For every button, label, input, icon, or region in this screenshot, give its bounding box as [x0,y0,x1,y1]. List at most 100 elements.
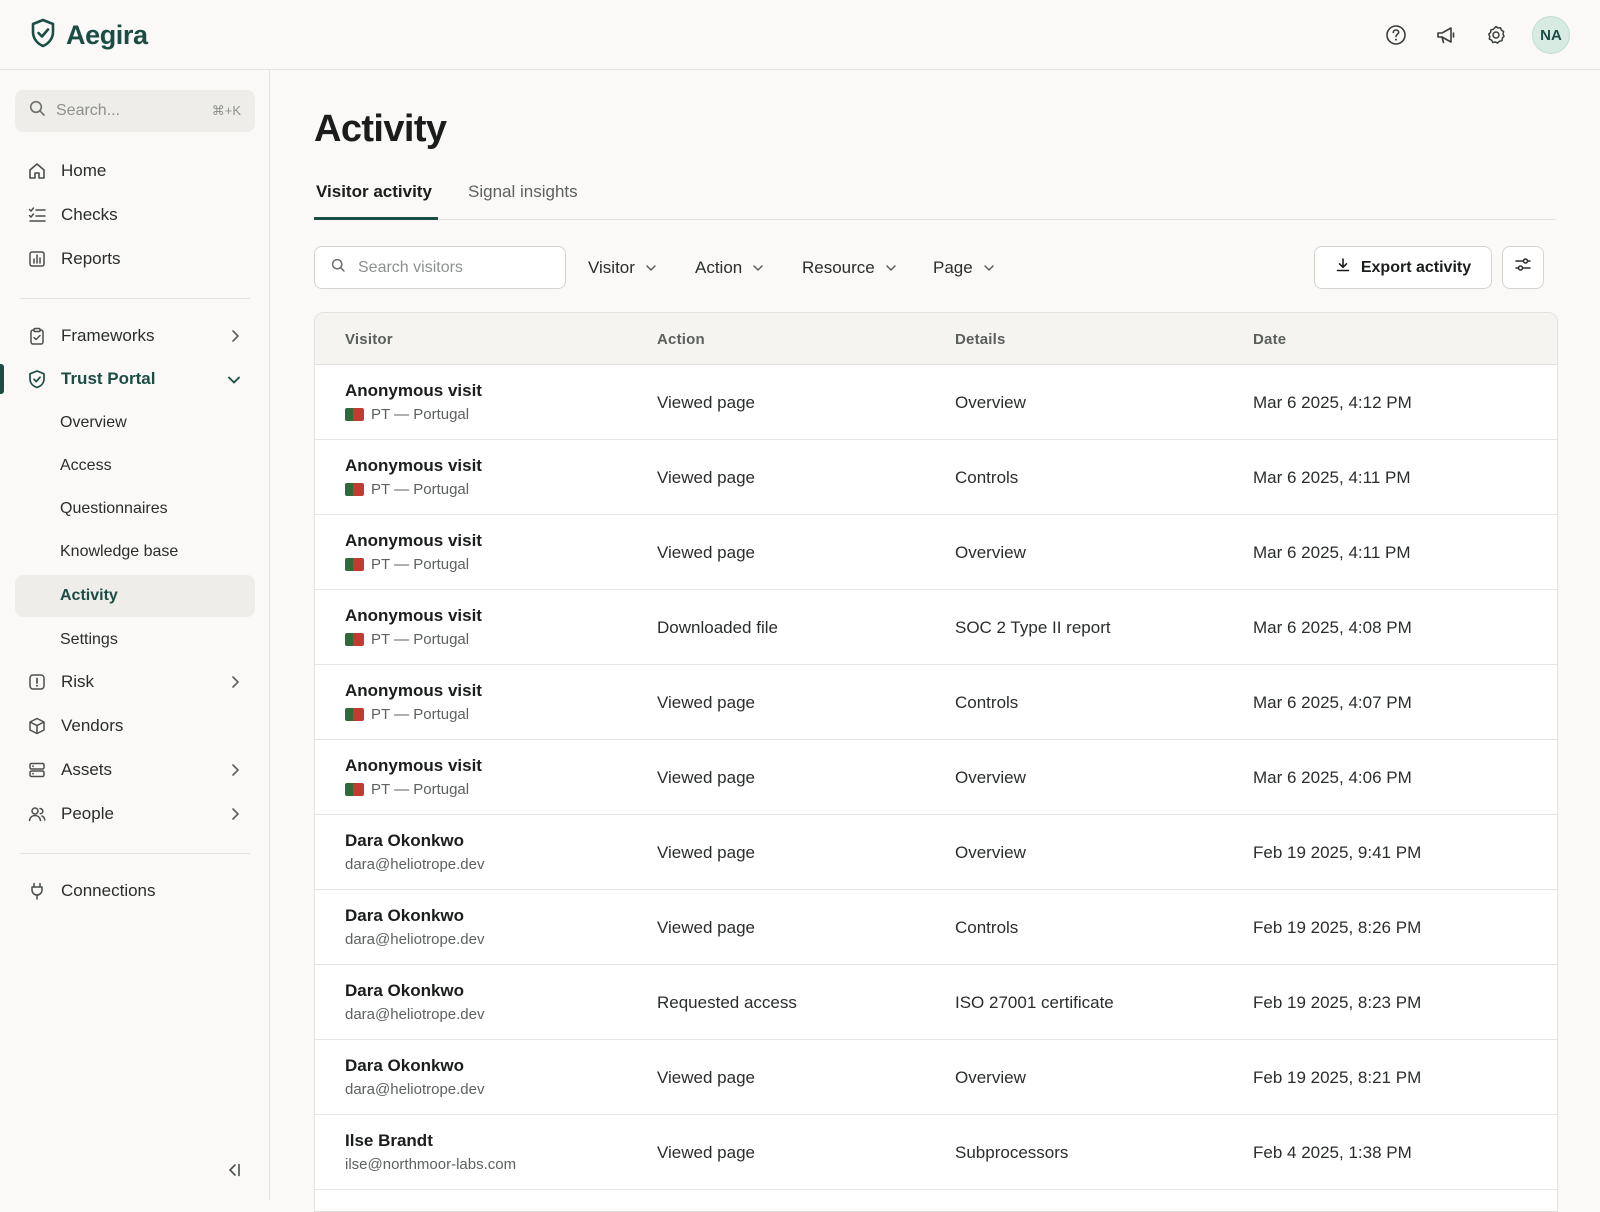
chevron-down-icon [645,258,657,278]
collapse-sidebar-icon[interactable] [226,1162,242,1183]
search-icon [29,100,46,122]
top-bar: Aegira NA [0,0,1600,70]
visitor-subtitle-text: PT — Portugal [371,706,470,723]
sidebar-item-label: Frameworks [61,326,155,345]
visitor-name: Anonymous visit [345,756,482,775]
search-visitors-placeholder: Search visitors [358,258,463,276]
toolbar: Search visitors Visitor Action Resource … [314,246,1556,290]
sidebar-subitem-overview[interactable]: Overview [15,402,255,444]
sidebar-divider [20,298,250,299]
sidebar-item-reports[interactable]: Reports [15,239,255,279]
date-cell: Mar 6 2025, 4:07 PM [1253,693,1412,712]
portugal-flag-icon [345,408,364,421]
megaphone-icon[interactable] [1432,21,1460,49]
sidebar-subitem-questionnaires[interactable]: Questionnaires [15,488,255,530]
filter-resource[interactable]: Resource [802,246,897,289]
sidebar-item-label: Home [61,161,107,180]
search-icon [331,258,346,278]
portugal-flag-icon [345,558,364,571]
sidebar-item-people[interactable]: People [15,794,255,834]
sidebar: Search... ⌘+K Home Checks Reports Framew… [0,70,270,1200]
visitor-name: Dara Okonkwo [345,981,465,1000]
table-row[interactable]: Dara Okonkwo dara@heliotrope.dev Viewed pa… [315,890,1557,965]
sidebar-item-label: Risk [61,672,95,691]
chart-icon [27,249,47,269]
sidebar-subitem-access[interactable]: Access [15,445,255,487]
table-row[interactable]: Dara Okonkwo dara@heliotrope.dev Requested… [315,965,1557,1040]
sidebar-item-label: Trust Portal [61,369,156,388]
visitor-subtitle-text: PT — Portugal [371,631,470,648]
table-row[interactable]: Dara Okonkwo dara@heliotrope.dev Viewed pa… [315,1040,1557,1115]
brand-name: Aegira [66,20,148,50]
visitor-subtitle: dara@heliotrope.dev [345,1081,484,1098]
table-row[interactable]: Anonymous visit PT — Portugal Viewed page C… [315,665,1557,740]
visitor-subtitle-text: PT — Portugal [371,406,470,423]
export-activity-button[interactable]: Export activity [1314,246,1492,289]
visitor-subtitle-text: ilse@northmoor-labs.com [345,1156,517,1173]
tab-signal-insights[interactable]: Signal insights [468,178,578,220]
search-visitors-input[interactable]: Search visitors [314,246,566,289]
visitor-subtitle: dara@heliotrope.dev [345,856,484,873]
visitor-subtitle: ilse@northmoor-labs.com [345,1156,516,1173]
visitor-subtitle-text: dara@heliotrope.dev [345,1081,485,1098]
filter-action[interactable]: Action [695,246,764,289]
sidebar-item-checks[interactable]: Checks [15,195,255,235]
filter-visitor[interactable]: Visitor [588,246,657,289]
date-cell: Mar 6 2025, 4:11 PM [1253,468,1411,487]
sidebar-item-vendors[interactable]: Vendors [15,706,255,746]
filter-page[interactable]: Page [933,246,995,289]
date-cell: Mar 6 2025, 4:12 PM [1253,393,1412,412]
avatar[interactable]: NA [1532,16,1570,54]
alert-icon [27,672,47,692]
column-header-details[interactable]: Details [955,331,1006,348]
chevron-down-icon [227,371,241,391]
settings-icon[interactable] [1482,21,1510,49]
column-header-action[interactable]: Action [657,331,705,348]
checklist-icon [27,205,47,225]
sidebar-subitem-knowledge-base[interactable]: Knowledge base [15,531,255,573]
details-cell: Overview [955,393,1026,412]
table-row[interactable]: Dara Okonkwo dara@heliotrope.dev Viewed pa… [315,815,1557,890]
chevron-right-icon [229,328,241,348]
brand[interactable]: Aegira [30,18,148,53]
sidebar-item-frameworks[interactable]: Frameworks [15,316,255,356]
action-cell: Viewed page [657,1068,755,1087]
sidebar-item-label: Assets [61,760,113,779]
sidebar-item-trust-portal[interactable]: Trust Portal [15,359,255,399]
column-header-visitor[interactable]: Visitor [345,331,393,348]
sidebar-search[interactable]: Search... ⌘+K [15,90,255,132]
sidebar-item-connections[interactable]: Connections [15,871,255,911]
sidebar-subitem-settings[interactable]: Settings [15,619,255,661]
visitor-name: Anonymous visit [345,381,482,400]
sidebar-item-home[interactable]: Home [15,151,255,191]
date-cell: Feb 19 2025, 8:23 PM [1253,993,1422,1012]
column-header-date[interactable]: Date [1253,331,1286,348]
visitor-subtitle-text: PT — Portugal [371,556,470,573]
users-icon [27,804,47,824]
visitor-subtitle-text: PT — Portugal [371,481,470,498]
chevron-down-icon [983,258,995,278]
details-cell: Overview [955,1068,1026,1087]
date-cell: Mar 6 2025, 4:06 PM [1253,768,1412,787]
table-row[interactable]: Anonymous visit PT — Portugal Downloaded f… [315,590,1557,665]
main-content: Activity Visitor activity Signal insight… [270,70,1600,1212]
chevron-right-icon [229,674,241,694]
filter-label: Action [695,257,743,277]
sidebar-subitem-activity[interactable]: Activity [15,575,255,617]
table-row[interactable]: Anonymous visit PT — Portugal Viewed page O… [315,740,1557,815]
action-cell: Downloaded file [657,618,778,637]
help-icon[interactable] [1382,21,1410,49]
table-row[interactable]: Anonymous visit PT — Portugal Viewed page O… [315,515,1557,590]
server-icon [27,760,47,780]
sidebar-item-assets[interactable]: Assets [15,750,255,790]
sidebar-item-risk[interactable]: Risk [15,662,255,702]
download-icon [1335,257,1351,278]
table-settings-button[interactable] [1502,246,1544,289]
table-row[interactable]: Ilse Brandt ilse@northmoor-labs.com Viewed… [315,1115,1557,1190]
table-row[interactable]: Anonymous visit PT — Portugal Viewed page O… [315,365,1557,440]
tab-visitor-activity[interactable]: Visitor activity [314,178,438,220]
table-row[interactable]: Anonymous visit PT — Portugal Viewed page C… [315,440,1557,515]
plug-icon [27,881,47,901]
visitor-subtitle: PT — Portugal [345,556,469,573]
sidebar-item-label: People [61,804,114,823]
